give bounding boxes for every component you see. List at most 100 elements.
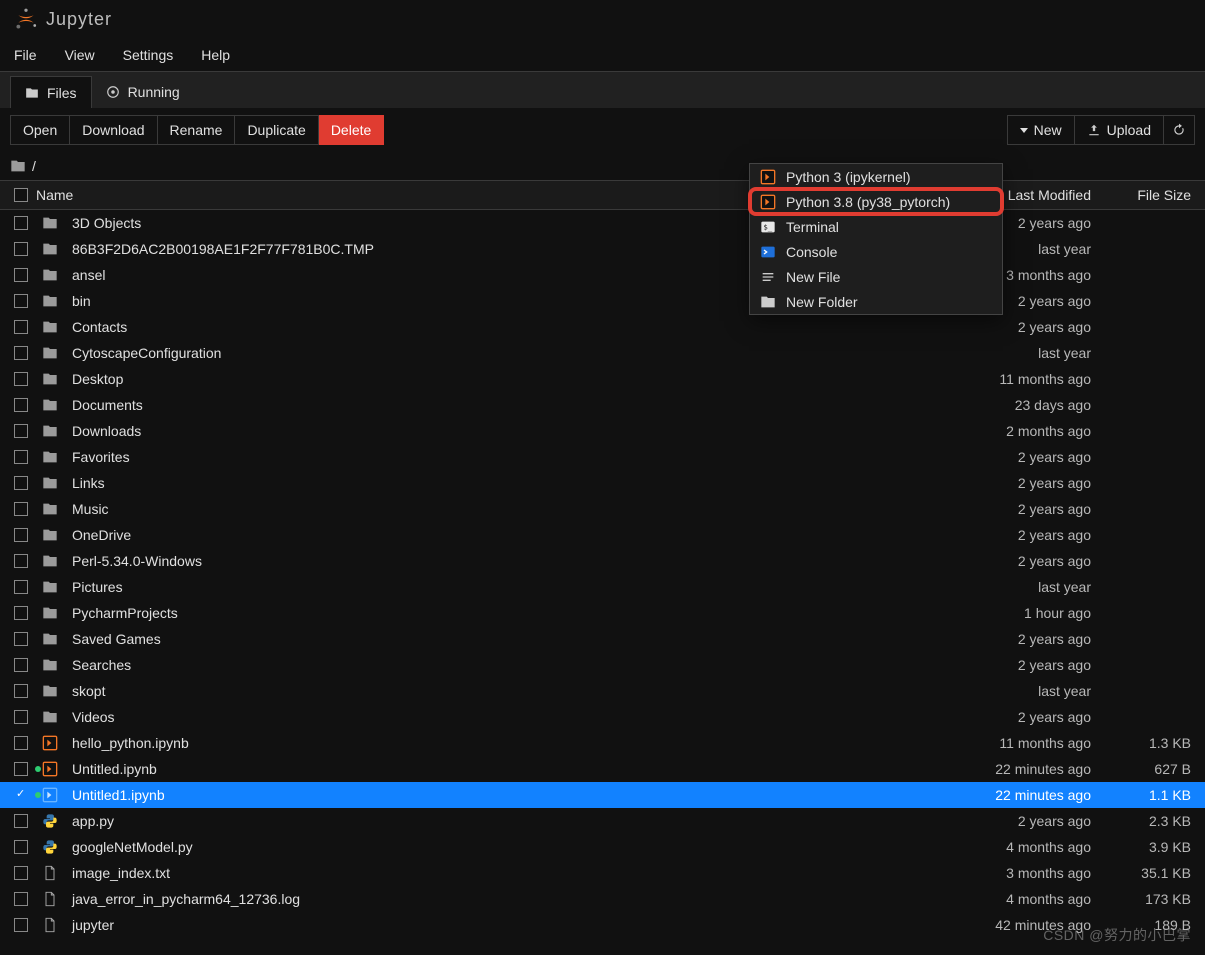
menu-view[interactable]: View (51, 38, 109, 72)
row-checkbox[interactable] (14, 372, 28, 386)
notebook-icon (760, 169, 776, 185)
row-checkbox[interactable] (14, 268, 28, 282)
tab-files[interactable]: Files (10, 76, 92, 108)
select-all-checkbox[interactable] (14, 188, 28, 202)
file-row[interactable]: jupyter 42 minutes ago 189 B (0, 912, 1205, 938)
dropdown-item[interactable]: Terminal (750, 214, 1002, 239)
file-row[interactable]: Contacts 2 years ago (0, 314, 1205, 340)
file-row[interactable]: hello_python.ipynb 11 months ago 1.3 KB (0, 730, 1205, 756)
row-checkbox[interactable] (14, 684, 28, 698)
delete-button[interactable]: Delete (319, 115, 384, 145)
file-row[interactable]: googleNetModel.py 4 months ago 3.9 KB (0, 834, 1205, 860)
file-row[interactable]: Favorites 2 years ago (0, 444, 1205, 470)
row-checkbox[interactable] (14, 502, 28, 516)
file-row[interactable]: CytoscapeConfiguration last year (0, 340, 1205, 366)
file-row[interactable]: Videos 2 years ago (0, 704, 1205, 730)
dropdown-item[interactable]: Console (750, 239, 1002, 264)
folder-icon (42, 241, 58, 257)
row-checkbox[interactable] (14, 710, 28, 724)
file-modified: 23 days ago (965, 397, 1095, 413)
file-row[interactable]: Music 2 years ago (0, 496, 1205, 522)
rename-button[interactable]: Rename (158, 115, 236, 145)
row-checkbox[interactable] (14, 736, 28, 750)
file-row[interactable]: Desktop 11 months ago (0, 366, 1205, 392)
row-checkbox[interactable] (14, 840, 28, 854)
file-row[interactable]: Untitled1.ipynb 22 minutes ago 1.1 KB (0, 782, 1205, 808)
file-row[interactable]: Perl-5.34.0-Windows 2 years ago (0, 548, 1205, 574)
refresh-button[interactable] (1164, 115, 1195, 145)
row-checkbox[interactable] (14, 788, 28, 802)
file-modified: 1 hour ago (965, 605, 1095, 621)
duplicate-button[interactable]: Duplicate (235, 115, 318, 145)
row-checkbox[interactable] (14, 294, 28, 308)
folder-icon (42, 423, 58, 439)
breadcrumb[interactable]: / (0, 152, 1205, 180)
file-row[interactable]: OneDrive 2 years ago (0, 522, 1205, 548)
open-button[interactable]: Open (10, 115, 70, 145)
file-row[interactable]: Links 2 years ago (0, 470, 1205, 496)
row-checkbox[interactable] (14, 216, 28, 230)
row-checkbox[interactable] (14, 866, 28, 880)
folder-icon (10, 158, 26, 174)
file-modified: 4 months ago (965, 891, 1095, 907)
file-row[interactable]: 3D Objects 2 years ago (0, 210, 1205, 236)
row-checkbox[interactable] (14, 606, 28, 620)
row-checkbox[interactable] (14, 476, 28, 490)
dropdown-item[interactable]: New Folder (750, 289, 1002, 314)
row-checkbox[interactable] (14, 424, 28, 438)
column-name[interactable]: Name (36, 187, 73, 203)
menu-file[interactable]: File (0, 38, 51, 72)
file-row[interactable]: 86B3F2D6AC2B00198AE1F2F77F781B0C.TMP las… (0, 236, 1205, 262)
file-row[interactable]: Saved Games 2 years ago (0, 626, 1205, 652)
row-checkbox[interactable] (14, 892, 28, 906)
file-modified: 2 years ago (965, 501, 1095, 517)
row-checkbox[interactable] (14, 580, 28, 594)
column-size[interactable]: File Size (1095, 187, 1195, 203)
dropdown-item-label: Terminal (786, 219, 839, 235)
row-checkbox[interactable] (14, 632, 28, 646)
tabbar: Files Running (0, 72, 1205, 108)
dropdown-item[interactable]: Python 3 (ipykernel) (750, 164, 1002, 189)
new-button[interactable]: New (1007, 115, 1075, 145)
file-name: Music (72, 501, 109, 517)
tab-running[interactable]: Running (92, 76, 194, 108)
file-row[interactable]: java_error_in_pycharm64_12736.log 4 mont… (0, 886, 1205, 912)
file-row[interactable]: Pictures last year (0, 574, 1205, 600)
file-row[interactable]: Searches 2 years ago (0, 652, 1205, 678)
dropdown-item[interactable]: Python 3.8 (py38_pytorch) (750, 189, 1002, 214)
row-checkbox[interactable] (14, 762, 28, 776)
folder-icon (42, 683, 58, 699)
file-icon (42, 865, 58, 881)
row-checkbox[interactable] (14, 554, 28, 568)
new-dropdown-menu: Python 3 (ipykernel)Python 3.8 (py38_pyt… (749, 163, 1003, 315)
row-checkbox[interactable] (14, 450, 28, 464)
file-row[interactable]: ansel 3 months ago (0, 262, 1205, 288)
folder-icon (42, 605, 58, 621)
menu-settings[interactable]: Settings (109, 38, 188, 72)
dropdown-item[interactable]: New File (750, 264, 1002, 289)
file-row[interactable]: Downloads 2 months ago (0, 418, 1205, 444)
python-icon (42, 813, 58, 829)
file-row[interactable]: bin 2 years ago (0, 288, 1205, 314)
row-checkbox[interactable] (14, 398, 28, 412)
file-modified: last year (965, 345, 1095, 361)
file-row[interactable]: PycharmProjects 1 hour ago (0, 600, 1205, 626)
file-row[interactable]: skopt last year (0, 678, 1205, 704)
breadcrumb-sep: / (32, 158, 36, 174)
row-checkbox[interactable] (14, 814, 28, 828)
file-row[interactable]: app.py 2 years ago 2.3 KB (0, 808, 1205, 834)
row-checkbox[interactable] (14, 346, 28, 360)
row-checkbox[interactable] (14, 658, 28, 672)
row-checkbox[interactable] (14, 242, 28, 256)
row-checkbox[interactable] (14, 320, 28, 334)
row-checkbox[interactable] (14, 528, 28, 542)
menu-help[interactable]: Help (187, 38, 244, 72)
file-row[interactable]: image_index.txt 3 months ago 35.1 KB (0, 860, 1205, 886)
file-row[interactable]: Untitled.ipynb 22 minutes ago 627 B (0, 756, 1205, 782)
row-checkbox[interactable] (14, 918, 28, 932)
download-button[interactable]: Download (70, 115, 157, 145)
caret-down-icon (1020, 128, 1028, 133)
file-row[interactable]: Documents 23 days ago (0, 392, 1205, 418)
upload-button[interactable]: Upload (1075, 115, 1164, 145)
file-name: java_error_in_pycharm64_12736.log (72, 891, 300, 907)
